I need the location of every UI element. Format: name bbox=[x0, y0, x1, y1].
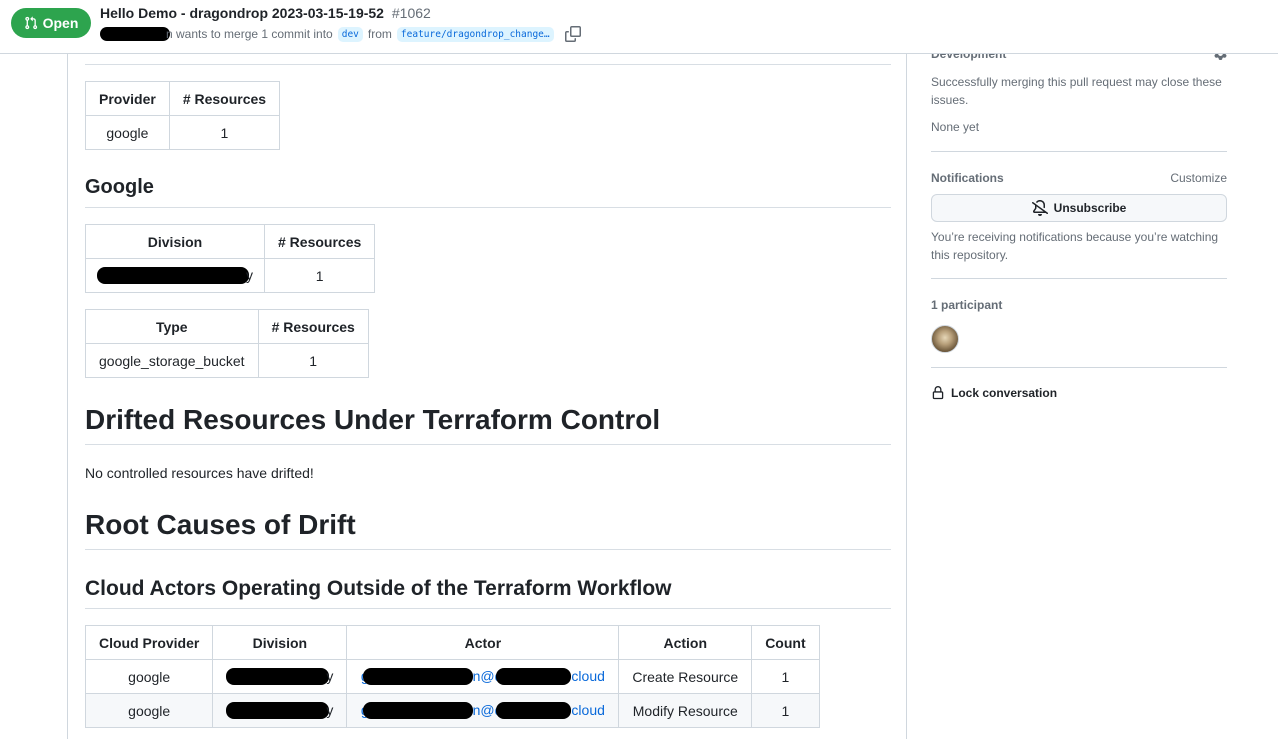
division-cell: y bbox=[212, 659, 348, 694]
customize-link[interactable]: Customize bbox=[1170, 171, 1227, 185]
redacted-actor-domain bbox=[496, 702, 572, 720]
redacted-division bbox=[97, 267, 249, 285]
redacted-division bbox=[226, 668, 330, 686]
division-tail: y bbox=[246, 266, 253, 283]
table-cell: 1 bbox=[168, 115, 281, 150]
lock-icon bbox=[932, 386, 944, 400]
unsubscribe-label: Unsubscribe bbox=[1053, 201, 1127, 215]
table-header: Division bbox=[85, 224, 265, 259]
table-cell: google bbox=[84, 693, 214, 728]
cloud-actors-heading: Cloud Actors Operating Outside of the Te… bbox=[85, 577, 672, 600]
pr-title-text: Hello Demo - dragondrop 2023-03-15-19-52 bbox=[100, 5, 384, 21]
none-yet: None yet bbox=[931, 120, 980, 134]
pr-number: #1062 bbox=[391, 5, 431, 21]
divider bbox=[85, 64, 891, 65]
git-pull-request-icon bbox=[24, 16, 37, 30]
table-header: # Resources bbox=[257, 309, 369, 344]
table-header: Division bbox=[212, 625, 348, 660]
division-cell: y bbox=[85, 258, 265, 293]
actor-link-mid[interactable]: n@ bbox=[473, 702, 495, 718]
redacted-actor-name bbox=[362, 668, 473, 686]
base-branch[interactable]: dev bbox=[337, 26, 363, 42]
participants-heading: 1 participant bbox=[931, 298, 1003, 312]
redacted-actor-domain bbox=[496, 668, 572, 686]
divider bbox=[85, 207, 891, 208]
root-causes-heading: Root Causes of Drift bbox=[85, 509, 356, 540]
google-heading: Google bbox=[85, 176, 154, 198]
pr-meta: n wants to merge 1 commit into dev from … bbox=[100, 25, 581, 43]
divider bbox=[85, 608, 891, 609]
sidebar-divider bbox=[931, 151, 1227, 152]
division-tail: y bbox=[326, 701, 334, 718]
table-header-row: Cloud Provider Division Actor Action Cou… bbox=[84, 625, 820, 660]
table-header: Actor bbox=[346, 625, 620, 660]
lock-conversation-button[interactable]: Lock conversation bbox=[931, 386, 1057, 400]
table-cell: google bbox=[84, 659, 214, 694]
actor-link-end[interactable]: cloud bbox=[571, 668, 604, 684]
table-header: # Resources bbox=[168, 81, 281, 116]
actor-link-mid[interactable]: n@ bbox=[473, 668, 495, 684]
table-cell: 1 bbox=[263, 258, 376, 293]
table-cell: Modify Resource bbox=[618, 693, 753, 728]
pr-state-label: Open bbox=[42, 15, 79, 31]
table-header-row: Provider # Resources bbox=[85, 81, 281, 116]
from-text: from bbox=[367, 27, 392, 41]
notification-reason: You’re receiving notifications because y… bbox=[931, 230, 1219, 262]
table-header: # Resources bbox=[263, 224, 376, 259]
actor-link-end[interactable]: cloud bbox=[571, 702, 604, 718]
pr-state-badge: Open bbox=[11, 8, 91, 38]
table-header: Provider bbox=[85, 81, 170, 116]
table-header: Count bbox=[751, 625, 820, 660]
table-row: google y gn@dcloud Create Resource 1 bbox=[84, 659, 820, 694]
sidebar-divider bbox=[931, 367, 1227, 368]
lock-conversation-label: Lock conversation bbox=[951, 386, 1058, 400]
table-row: y 1 bbox=[85, 258, 376, 293]
divider bbox=[85, 549, 891, 550]
redacted-actor-name bbox=[362, 702, 473, 720]
table-header: Type bbox=[85, 309, 259, 344]
actor-cell[interactable]: gn@dcloud bbox=[346, 659, 620, 694]
table-row: google y gn@dcloud Modify Resource 1 bbox=[84, 693, 820, 728]
copy-icon[interactable] bbox=[564, 26, 581, 42]
table-row: google_storage_bucket 1 bbox=[85, 343, 369, 378]
head-branch[interactable]: feature/dragondrop_change… bbox=[396, 26, 554, 42]
notifications-heading: Notifications bbox=[931, 171, 1004, 185]
provider-table: Provider # Resources google 1 bbox=[85, 81, 281, 150]
bell-slash-icon bbox=[1031, 200, 1048, 216]
divider bbox=[85, 444, 891, 445]
merge-description: n wants to merge 1 commit into bbox=[166, 27, 333, 41]
table-cell: google_storage_bucket bbox=[85, 343, 259, 378]
division-table: Division # Resources y 1 bbox=[85, 224, 376, 293]
type-table: Type # Resources google_storage_bucket 1 bbox=[85, 309, 369, 378]
table-cell: 1 bbox=[257, 343, 369, 378]
redacted-division bbox=[226, 702, 330, 720]
sticky-pr-header: Open Hello Demo - dragondrop 2023-03-15-… bbox=[0, 0, 1278, 54]
table-cell: 1 bbox=[751, 659, 820, 694]
table-header-row: Division # Resources bbox=[85, 224, 376, 259]
table-header: Cloud Provider bbox=[84, 625, 214, 660]
actors-table: Cloud Provider Division Actor Action Cou… bbox=[84, 625, 820, 728]
table-cell: 1 bbox=[751, 693, 820, 728]
drifted-text: No controlled resources have drifted! bbox=[85, 465, 314, 481]
division-cell: y bbox=[212, 693, 348, 728]
unsubscribe-button[interactable]: Unsubscribe bbox=[931, 194, 1227, 222]
division-tail: y bbox=[326, 667, 334, 684]
table-cell: google bbox=[85, 115, 170, 150]
table-row: google 1 bbox=[85, 115, 281, 150]
table-cell: Create Resource bbox=[618, 659, 753, 694]
avatar[interactable] bbox=[931, 325, 959, 353]
comment-body: Provider # Resources google 1 Google Div… bbox=[67, 54, 907, 739]
pr-title: Hello Demo - dragondrop 2023-03-15-19-52… bbox=[100, 5, 431, 21]
redacted-author bbox=[100, 27, 170, 41]
actor-cell[interactable]: gn@dcloud bbox=[346, 693, 620, 728]
drifted-heading: Drifted Resources Under Terraform Contro… bbox=[85, 404, 661, 435]
table-header: Action bbox=[618, 625, 753, 660]
table-header-row: Type # Resources bbox=[85, 309, 369, 344]
sidebar-divider bbox=[931, 278, 1227, 279]
development-text: Successfully merging this pull request m… bbox=[931, 75, 1222, 107]
